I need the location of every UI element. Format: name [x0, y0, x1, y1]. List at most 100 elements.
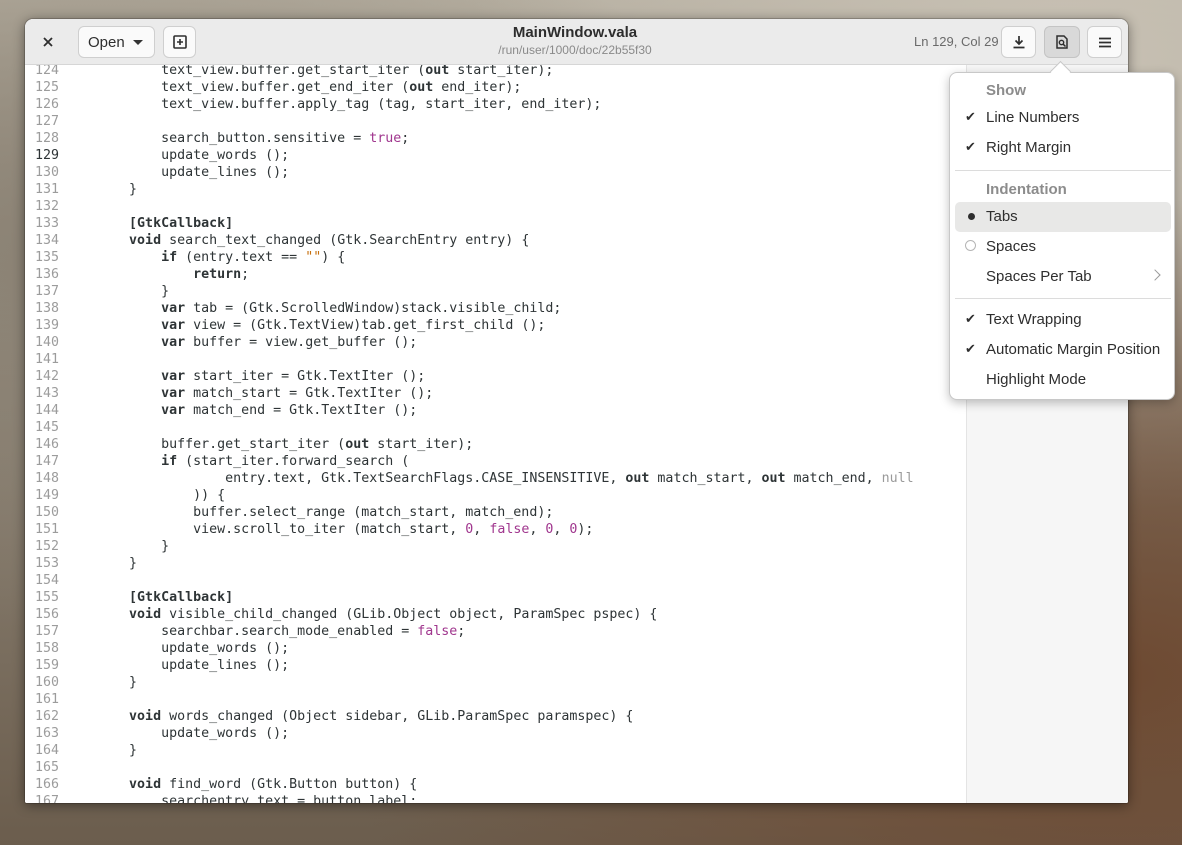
code-token: end_iter); — [433, 80, 522, 95]
check-icon: ✔ — [965, 109, 976, 124]
code-token: update_words (); — [129, 641, 290, 656]
check-icon: ✔ — [965, 341, 976, 356]
menu-item-label: Right Margin — [986, 139, 1072, 156]
code-token: if — [161, 250, 178, 265]
code-token: var — [161, 369, 186, 384]
code-text: text_view.buffer.get_end_iter (out end_i… — [65, 79, 521, 96]
chevron-down-icon — [133, 40, 143, 45]
line-number: 157 — [34, 624, 59, 639]
code-token: } — [129, 743, 138, 758]
menu-item-text-wrapping[interactable]: ✔ Text Wrapping — [955, 305, 1171, 335]
line-number: 164 — [34, 743, 59, 758]
code-line: 156 void visible_child_changed (GLib.Obj… — [25, 606, 914, 623]
code-line: 126 text_view.buffer.apply_tag (tag, sta… — [25, 96, 914, 113]
code-line: 160 } — [25, 674, 914, 691]
close-icon — [43, 37, 53, 47]
line-number: 125 — [34, 80, 59, 95]
save-button[interactable] — [1001, 26, 1036, 58]
menu-item-label: Tabs — [986, 208, 1018, 225]
code-line: 124 text_view.buffer.get_start_iter (out… — [25, 65, 914, 79]
line-number: 153 — [34, 556, 59, 571]
new-tab-icon — [172, 35, 187, 49]
code-text: return; — [65, 266, 249, 283]
window-title-box: MainWindow.vala /run/user/1000/doc/22b55… — [405, 24, 745, 58]
code-token: text_view.buffer.apply_tag (tag, start_i… — [129, 97, 602, 112]
open-button-label: Open — [88, 33, 125, 51]
code-line: 167 searchentry.text = button.label; — [25, 793, 914, 803]
code-token: true — [369, 131, 402, 146]
code-line: 152 } — [25, 538, 914, 555]
document-settings-button[interactable] — [1044, 26, 1080, 58]
line-number: 137 — [34, 284, 59, 299]
line-number: 133 — [34, 216, 59, 231]
code-line: 127 — [25, 113, 914, 130]
new-tab-button[interactable] — [163, 26, 196, 58]
code-line: 150 buffer.select_range (match_start, ma… — [25, 504, 914, 521]
line-number: 130 — [34, 165, 59, 180]
line-number: 126 — [34, 97, 59, 112]
code-text: } — [65, 742, 137, 759]
code-line: 133 [GtkCallback] — [25, 215, 914, 232]
menu-item-tabs[interactable]: Tabs — [955, 202, 1171, 232]
menu-item-spaces[interactable]: Spaces — [955, 232, 1171, 262]
code-line: 136 return; — [25, 266, 914, 283]
code-token: void — [129, 709, 162, 724]
close-button[interactable] — [33, 26, 63, 58]
code-token: words_changed (Object sidebar, GLib.Para… — [161, 709, 634, 724]
menu-separator — [955, 298, 1171, 299]
code-text: buffer.get_start_iter (out start_iter); — [65, 436, 473, 453]
code-line: 139 var view = (Gtk.TextView)tab.get_fir… — [25, 317, 914, 334]
menu-item-right-margin[interactable]: ✔ Right Margin — [955, 133, 1171, 163]
line-number: 124 — [34, 65, 59, 78]
menu-item-highlight-mode[interactable]: Highlight Mode — [955, 365, 1171, 395]
code-token: start_iter); — [369, 437, 474, 452]
code-line: 155 [GtkCallback] — [25, 589, 914, 606]
indentation-section-header: Indentation — [986, 181, 1067, 198]
code-text: var view = (Gtk.TextView)tab.get_first_c… — [65, 317, 545, 334]
line-number: 127 — [34, 114, 59, 129]
line-number: 138 — [34, 301, 59, 316]
code-token: out — [425, 65, 450, 78]
menu-item-automatic-margin-position[interactable]: ✔ Automatic Margin Position — [955, 335, 1171, 365]
open-button[interactable]: Open — [78, 26, 155, 58]
code-line: 131 } — [25, 181, 914, 198]
code-text: } — [65, 538, 169, 555]
code-token: ; — [241, 267, 250, 282]
code-token: , — [529, 522, 546, 537]
menu-item-label: Highlight Mode — [986, 371, 1087, 388]
code-line: 130 update_lines (); — [25, 164, 914, 181]
code-token: searchbar.search_mode_enabled = — [129, 624, 418, 639]
menu-item-label: Spaces Per Tab — [986, 268, 1092, 285]
main-menu-button[interactable] — [1087, 26, 1122, 58]
radio-selected-icon — [968, 213, 975, 220]
line-number: 154 — [34, 573, 59, 588]
line-number: 161 — [34, 692, 59, 707]
line-number: 141 — [34, 352, 59, 367]
menu-item-spaces-per-tab[interactable]: Spaces Per Tab — [955, 262, 1171, 292]
code-text: update_words (); — [65, 725, 289, 742]
line-number: 148 — [34, 471, 59, 486]
code-token: ) { — [321, 250, 346, 265]
line-number: 165 — [34, 760, 59, 775]
line-number: 160 — [34, 675, 59, 690]
code-token: visible_child_changed (GLib.Object objec… — [161, 607, 658, 622]
code-token: (entry.text == — [177, 250, 306, 265]
line-number: 143 — [34, 386, 59, 401]
check-icon: ✔ — [965, 311, 976, 326]
code-text: var start_iter = Gtk.TextIter (); — [65, 368, 425, 385]
line-number: 167 — [34, 794, 59, 803]
code-token: match_end, — [785, 471, 882, 486]
code-token: find_word (Gtk.Button button) { — [161, 777, 418, 792]
menu-item-line-numbers[interactable]: ✔ Line Numbers — [955, 103, 1171, 133]
code-token: void — [129, 233, 162, 248]
code-text: update_lines (); — [65, 164, 289, 181]
code-token: , — [473, 522, 490, 537]
code-line: 162 void words_changed (Object sidebar, … — [25, 708, 914, 725]
code-text: view.scroll_to_iter (match_start, 0, fal… — [65, 521, 593, 538]
code-token: text_view.buffer.get_start_iter ( — [129, 65, 426, 78]
code-token: out — [409, 80, 434, 95]
code-line: 141 — [25, 351, 914, 368]
